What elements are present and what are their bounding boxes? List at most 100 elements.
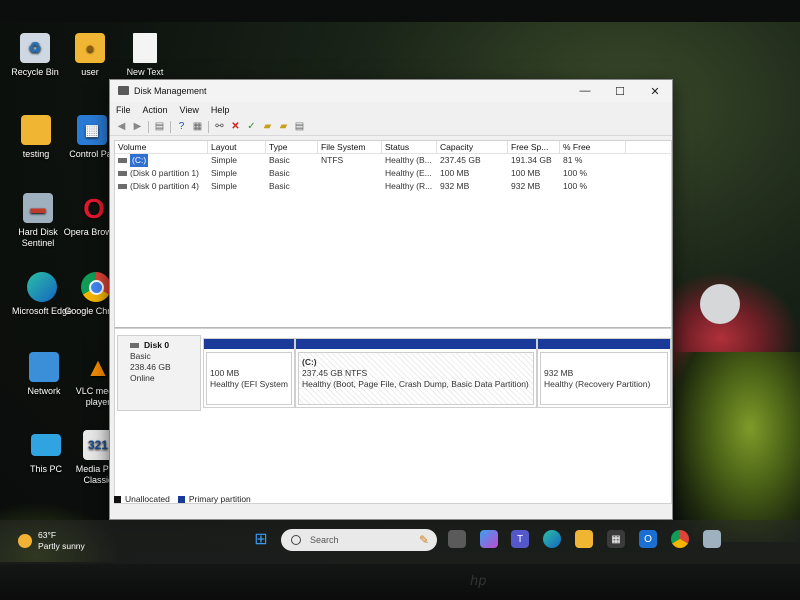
edge-icon [27,272,57,302]
outlook-icon[interactable]: O [639,530,657,548]
toolbar: ◀ ▶ ▤ ? ▦ ⚯ ✕ ✓ ▰ ▰ ▤ [110,118,672,136]
toolbar-separator [208,120,209,133]
disk-state: Online [130,373,155,383]
column-layout[interactable]: Layout [208,141,266,153]
connect-icon[interactable]: ⚯ [213,121,226,133]
menu-view[interactable]: View [180,105,199,115]
column-free-space[interactable]: Free Sp... [508,141,560,153]
task-view-icon[interactable] [448,530,466,548]
teams-icon[interactable]: T [511,530,529,548]
volume-layout: Simple [211,168,237,178]
primary-partition-bar [204,339,294,349]
volume-type: Basic [269,181,290,191]
microsoft-store-icon[interactable]: ▦ [607,530,625,548]
close-button[interactable]: ✕ [640,82,670,100]
properties-icon[interactable]: ▦ [191,121,204,133]
menu-help[interactable]: Help [211,105,230,115]
volume-file-system [318,180,382,193]
open-folder-icon[interactable]: ▰ [261,121,274,133]
column-file-system[interactable]: File System [318,141,382,153]
column-percent-free[interactable]: % Free [560,141,626,153]
menu-action[interactable]: Action [143,105,168,115]
partition-size: 932 MB [544,368,574,378]
hp-logo: hp [470,574,487,589]
volume-layout: Simple [211,181,237,191]
back-arrow-icon[interactable]: ◀ [115,121,128,133]
partition-c[interactable]: (C:) 237.45 GB NTFS Healthy (Boot, Page … [295,338,537,408]
disk-type: Basic [130,351,151,361]
desktop-icon-new-text[interactable]: New Text [113,33,177,78]
search-folder-icon[interactable]: ▰ [277,121,290,133]
disk-management-taskbar-icon[interactable] [703,530,721,548]
title-bar[interactable]: Disk Management — ☐ ✕ [110,80,672,102]
volume-drive-icon [118,171,127,176]
partition-recovery[interactable]: 932 MB Healthy (Recovery Partition) [537,338,671,408]
control-panel-icon: ▦ [77,115,107,145]
partition-size: 237.45 GB NTFS [302,368,368,378]
disk-map: Disk 0 Basic 238.46 GB Online 100 MB Hea… [114,328,672,504]
settings-list-icon[interactable]: ▤ [293,121,306,133]
volume-percent-free: 100 % [563,168,588,178]
column-status[interactable]: Status [382,141,437,153]
weather-temp: 63°F [38,530,57,540]
wallpaper-moss [675,352,800,542]
volume-row[interactable]: (Disk 0 partition 1) Simple Basic Health… [115,167,671,180]
start-button-icon[interactable]: ⊞ [252,530,270,548]
volume-capacity: 237.45 GB [440,155,481,165]
file-explorer-icon[interactable] [575,530,593,548]
partition-efi[interactable]: 100 MB Healthy (EFI System [203,338,295,408]
search-highlight-icon: ✎ [418,533,429,547]
chrome-taskbar-icon[interactable] [671,530,689,548]
volume-status: Healthy (R... [385,181,433,191]
volume-free-space: 191.34 GB [511,155,552,165]
volume-status: Healthy (E... [385,168,432,178]
volume-free-space: 932 MB [511,181,541,191]
desktop-icon-hard-disk-sentinel[interactable]: ▬ Hard Disk Sentinel [6,193,70,249]
copilot-icon[interactable] [480,530,498,548]
volume-list-header: Volume Layout Type File System Status Ca… [115,141,671,154]
partition-status: Healthy (Recovery Partition) [544,379,651,389]
volume-name: (Disk 0 partition 1) [130,168,199,178]
search-placeholder: Search [310,535,339,545]
disk-icon [130,343,139,348]
help-icon[interactable]: ? [175,121,188,133]
primary-partition-bar [538,339,670,349]
desktop-icon-testing[interactable]: testing [4,115,68,160]
this-pc-icon [31,434,61,456]
volume-drive-icon [118,158,127,163]
folder-icon: ● [75,33,105,63]
column-volume[interactable]: Volume [115,141,208,153]
volume-percent-free: 81 % [563,155,583,165]
chrome-icon [81,272,111,302]
minimize-button[interactable]: — [570,82,600,100]
column-capacity[interactable]: Capacity [437,141,508,153]
wallpaper-bird-head [700,284,740,324]
unallocated-swatch [114,495,121,503]
volume-layout: Simple [211,155,237,165]
legend-unallocated: Unallocated [125,494,170,504]
menu-file[interactable]: File [116,105,131,115]
console-tree-icon[interactable]: ▤ [153,121,166,133]
network-icon [29,352,59,382]
volume-drive-icon [118,184,127,189]
volume-row[interactable]: (Disk 0 partition 4) Simple Basic Health… [115,180,671,193]
column-type[interactable]: Type [266,141,318,153]
maximize-button[interactable]: ☐ [605,82,635,100]
toolbar-separator [148,120,149,133]
weather-widget[interactable]: 63°F Partly sunny [18,530,85,552]
volume-name: (C:) [130,154,149,167]
disk-0-info[interactable]: Disk 0 Basic 238.46 GB Online [117,335,201,411]
partition-size: 100 MB [210,368,240,378]
edge-taskbar-icon[interactable] [543,530,561,548]
disk-name: Disk 0 [144,340,170,350]
hard-disk-sentinel-icon: ▬ [23,193,53,223]
volume-row[interactable]: (C:) Simple Basic NTFS Healthy (B... 237… [115,154,671,167]
disk-management-app-icon [118,86,129,95]
delete-icon[interactable]: ✕ [229,121,242,133]
weather-desc: Partly sunny [38,541,85,551]
disk-size: 238.46 GB [130,362,171,372]
taskbar-search[interactable]: Search ✎ [281,529,437,551]
forward-arrow-icon[interactable]: ▶ [131,121,144,133]
check-icon[interactable]: ✓ [245,121,258,133]
folder-icon [21,115,51,145]
